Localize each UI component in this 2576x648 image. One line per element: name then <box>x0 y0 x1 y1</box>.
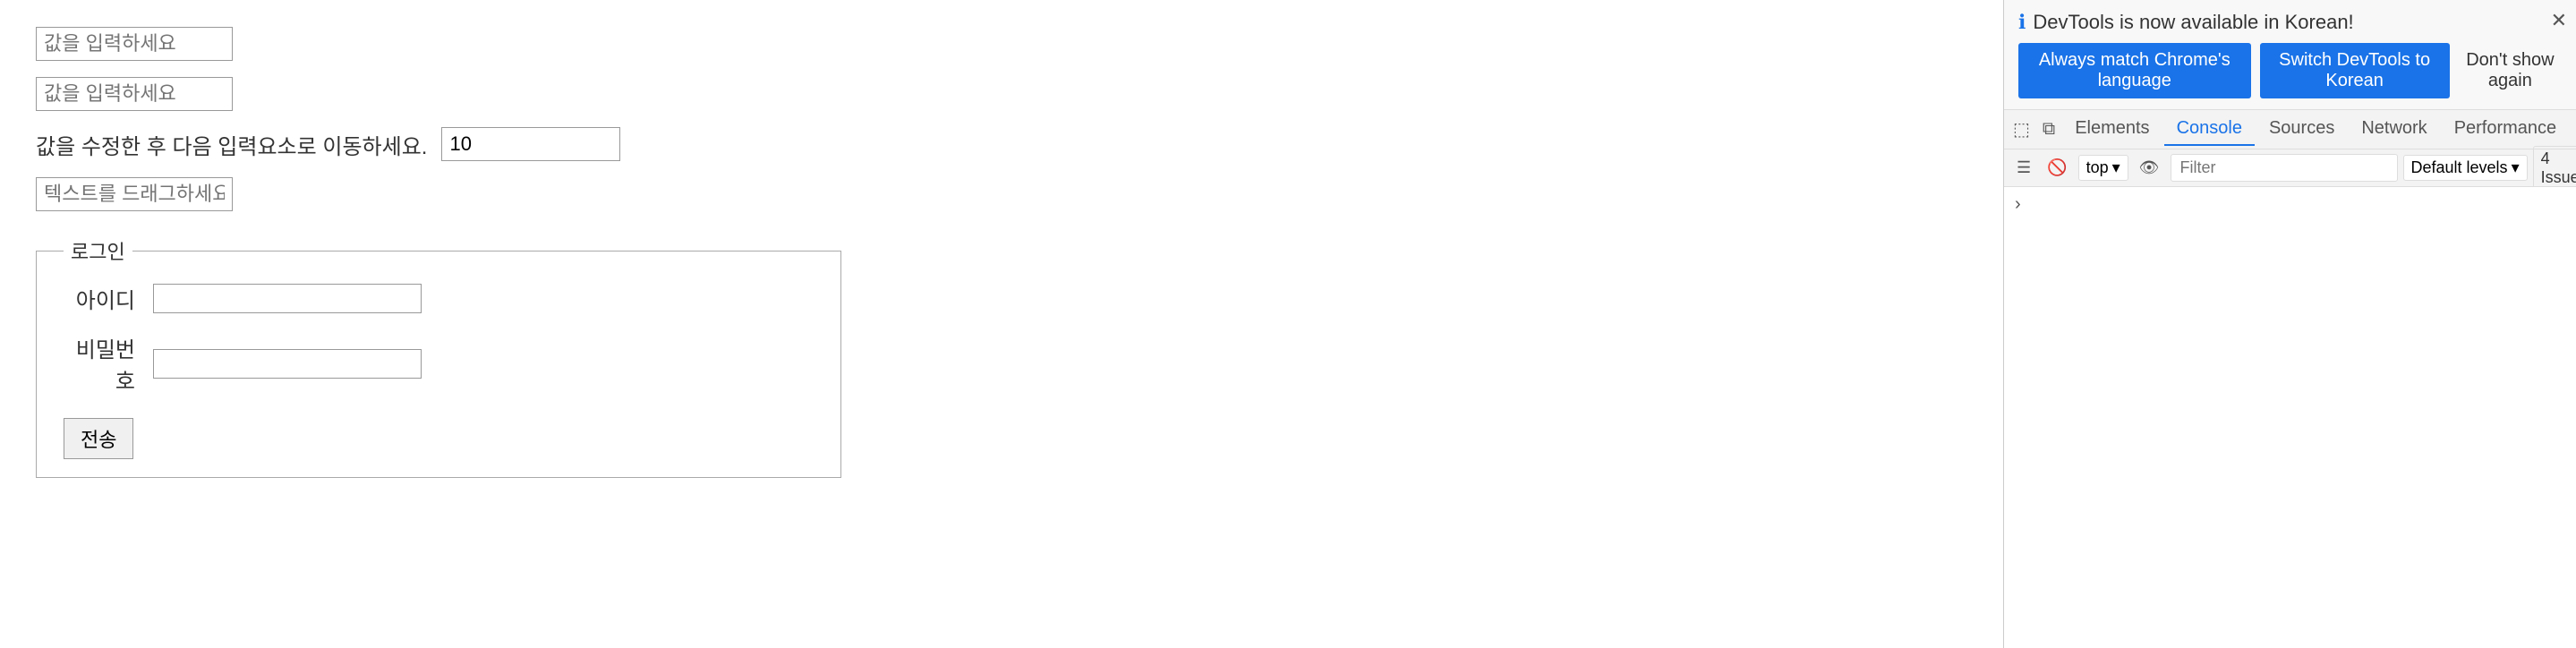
id-row: 아이디 <box>64 283 814 314</box>
eye-icon[interactable]: 👁 <box>2134 155 2165 181</box>
more-tabs-icon[interactable]: >> <box>2571 115 2576 143</box>
input-field-1[interactable] <box>36 27 233 61</box>
default-levels-selector[interactable]: Default levels ▾ <box>2403 155 2528 181</box>
login-legend: 로그인 <box>64 236 132 265</box>
pw-label: 비밀번호 <box>64 332 135 395</box>
notification-text: DevTools is now available in Korean! <box>2033 11 2353 34</box>
devtools-panel: ✕ ℹ DevTools is now available in Korean!… <box>2003 0 2576 648</box>
switch-devtools-button[interactable]: Switch DevTools to Korean <box>2260 43 2450 98</box>
default-levels-label: Default levels <box>2411 158 2508 177</box>
console-content: › <box>2004 187 2576 648</box>
tab-console[interactable]: Console <box>2164 113 2255 146</box>
webpage-panel: 값을 수정한 후 다음 입력요소로 이동하세요. 로그인 아이디 비밀번호 전송 <box>0 0 2003 648</box>
pw-row: 비밀번호 <box>64 332 814 395</box>
top-label: top <box>2086 158 2109 177</box>
device-toggle-icon[interactable]: ⧉ <box>2037 115 2060 143</box>
chevron-down-icon: ▾ <box>2112 158 2120 177</box>
sidebar-toggle-icon[interactable]: ☰ <box>2011 155 2036 181</box>
context-selector[interactable]: top ▾ <box>2078 155 2128 181</box>
drag-input[interactable] <box>36 177 233 211</box>
tab-sources[interactable]: Sources <box>2256 113 2347 146</box>
info-icon: ℹ <box>2018 11 2026 34</box>
clear-console-icon[interactable]: 🚫 <box>2042 155 2072 181</box>
pw-input[interactable] <box>153 349 422 379</box>
console-toolbar: ☰ 🚫 top ▾ 👁 Default levels ▾ 4 Issues: 4… <box>2004 149 2576 187</box>
notification-close-button[interactable]: ✕ <box>2551 9 2567 32</box>
number-input[interactable] <box>441 127 620 161</box>
dont-show-button[interactable]: Don't show again <box>2459 50 2562 91</box>
submit-button[interactable]: 전송 <box>64 418 133 459</box>
tab-performance[interactable]: Performance <box>2442 113 2570 146</box>
edit-input-row: 값을 수정한 후 다음 입력요소로 이동하세요. <box>36 127 1967 161</box>
match-language-button[interactable]: Always match Chrome's language <box>2018 43 2251 98</box>
chevron-down-icon-levels: ▾ <box>2512 158 2520 177</box>
input-field-2[interactable] <box>36 77 233 111</box>
devtools-tabs-toolbar: ⬚ ⧉ Elements Console Sources Network Per… <box>2004 110 2576 149</box>
id-label: 아이디 <box>64 283 135 314</box>
filter-input[interactable] <box>2171 154 2398 182</box>
tab-network[interactable]: Network <box>2349 113 2439 146</box>
issues-label: 4 Issues: <box>2541 149 2576 187</box>
devtools-notification: ✕ ℹ DevTools is now available in Korean!… <box>2004 0 2576 110</box>
issues-count-badge[interactable]: 4 Issues: 4 <box>2533 146 2576 191</box>
edit-label: 값을 수정한 후 다음 입력요소로 이동하세요. <box>36 129 427 160</box>
login-fieldset: 로그인 아이디 비밀번호 전송 <box>36 236 841 478</box>
tab-elements[interactable]: Elements <box>2062 113 2162 146</box>
id-input[interactable] <box>153 284 422 313</box>
notification-title: ℹ DevTools is now available in Korean! <box>2018 11 2562 34</box>
notification-buttons: Always match Chrome's language Switch De… <box>2018 43 2562 98</box>
console-chevron-icon[interactable]: › <box>2015 194 2021 214</box>
select-element-icon[interactable]: ⬚ <box>2008 115 2035 144</box>
